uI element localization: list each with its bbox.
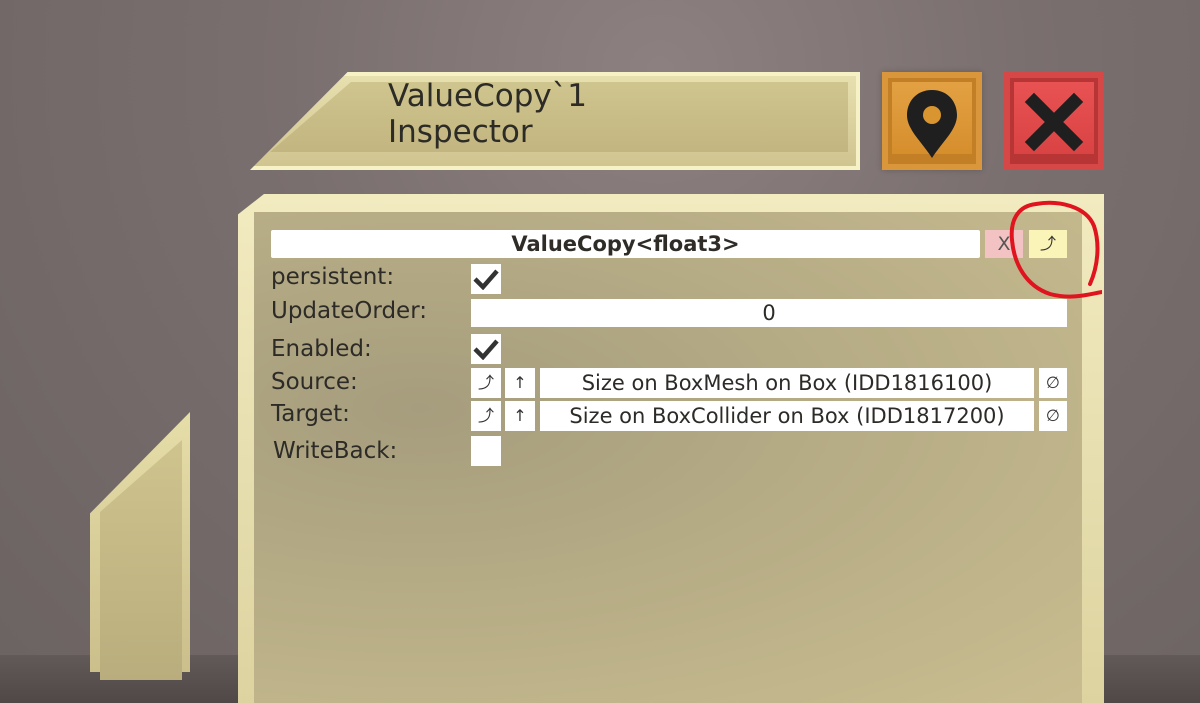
enabled-checkbox[interactable]: [471, 334, 501, 364]
target-label: Target:: [271, 401, 350, 427]
target-up-button[interactable]: ↑: [505, 401, 535, 431]
enabled-label: Enabled:: [271, 336, 372, 362]
map-pin-icon: [907, 90, 957, 158]
write-back-checkbox[interactable]: [471, 436, 501, 466]
locate-button[interactable]: [882, 72, 982, 170]
close-x-icon: [1024, 92, 1084, 152]
source-reference-field[interactable]: Size on BoxMesh on Box (IDD1816100): [540, 368, 1034, 398]
source-up-button[interactable]: ↑: [505, 368, 535, 398]
remove-component-button[interactable]: X: [985, 230, 1023, 258]
target-jump-button[interactable]: ⤴: [471, 401, 501, 431]
source-jump-button[interactable]: ⤴: [471, 368, 501, 398]
inspector-title: ValueCopy`1 Inspector: [388, 78, 587, 150]
jump-to-component-button[interactable]: ⤴: [1029, 230, 1067, 258]
component-name: ValueCopy<float3>: [271, 230, 980, 258]
checkmark-icon: [473, 339, 499, 360]
target-reference-field[interactable]: Size on BoxCollider on Box (IDD1817200): [540, 401, 1034, 431]
checkmark-icon: [473, 269, 499, 290]
write-back-label: WriteBack:: [273, 438, 398, 464]
source-label: Source:: [271, 369, 358, 395]
title-line-2: Inspector: [388, 114, 533, 150]
update-order-label: UpdateOrder:: [271, 298, 428, 324]
persistent-checkbox[interactable]: [471, 264, 501, 294]
target-clear-button[interactable]: ∅: [1039, 401, 1067, 431]
close-button[interactable]: [1004, 72, 1104, 170]
title-line-1: ValueCopy`1: [388, 78, 587, 114]
persistent-label: persistent:: [271, 264, 395, 290]
side-panel-face: [100, 440, 182, 680]
update-order-input[interactable]: 0: [471, 299, 1067, 327]
source-clear-button[interactable]: ∅: [1039, 368, 1067, 398]
